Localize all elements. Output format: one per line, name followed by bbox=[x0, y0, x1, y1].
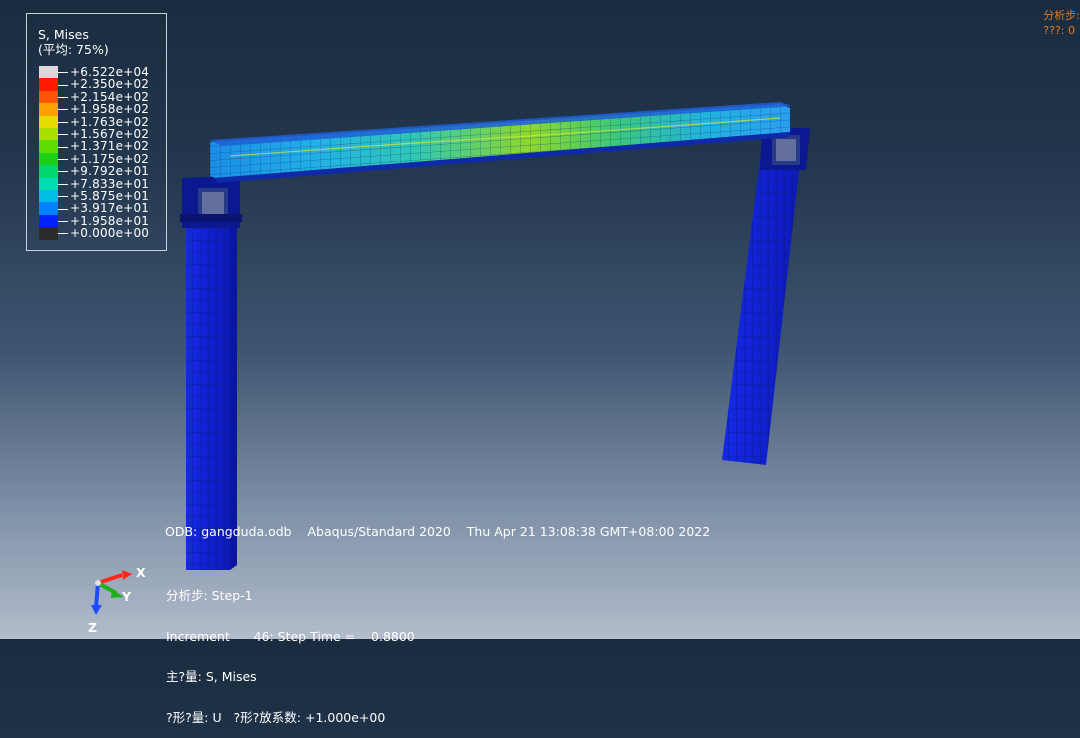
legend-tick bbox=[58, 84, 68, 86]
legend-tick bbox=[58, 233, 68, 235]
step-info-line2: Increment 46: Step Time = 0.8800 bbox=[166, 628, 415, 644]
legend-tick bbox=[58, 208, 68, 210]
legend-value: +1.958e+01 bbox=[70, 213, 150, 228]
legend-swatch bbox=[39, 90, 58, 104]
legend-value: +9.792e+01 bbox=[70, 164, 150, 179]
legend-value: +1.958e+02 bbox=[70, 102, 150, 117]
step-indicator-line1: 分析步: bbox=[1043, 9, 1080, 22]
legend-value: +1.567e+02 bbox=[70, 127, 150, 141]
legend-tick bbox=[58, 121, 68, 123]
legend-swatch bbox=[39, 103, 58, 116]
legend-swatch bbox=[39, 128, 58, 141]
left-column bbox=[186, 218, 237, 570]
step-info: 分析步: Step-1 Increment 46: Step Time = 0.… bbox=[166, 562, 415, 738]
legend-tick bbox=[58, 196, 68, 198]
left-joint bbox=[180, 176, 242, 228]
triad-y-label: Y bbox=[122, 589, 132, 604]
legend-swatch bbox=[39, 78, 58, 91]
step-info-line3: 主?量: S, Mises bbox=[166, 669, 257, 684]
legend-value: +1.763e+02 bbox=[70, 114, 150, 129]
step-info-line4: ?形?量: U ?形?放系数: +1.000e+00 bbox=[166, 709, 386, 725]
legend-value: +1.371e+02 bbox=[70, 139, 150, 154]
odb-info: ODB: gangduda.odb Abaqus/Standard 2020 T… bbox=[165, 524, 711, 539]
legend-tick bbox=[58, 183, 68, 185]
legend-tick bbox=[58, 159, 68, 160]
legend-swatch bbox=[39, 190, 58, 203]
legend-value: +0.000e+00 bbox=[70, 226, 150, 241]
legend-tick bbox=[58, 109, 68, 111]
beam bbox=[210, 102, 792, 183]
legend-tick bbox=[58, 146, 68, 148]
legend-swatch bbox=[39, 152, 58, 166]
legend-value: +3.917e+01 bbox=[70, 201, 150, 216]
legend-value: +5.875e+01 bbox=[70, 189, 150, 203]
legend-value: +2.350e+02 bbox=[70, 77, 150, 92]
right-column bbox=[722, 160, 800, 465]
legend-swatch bbox=[39, 115, 58, 128]
legend-swatch bbox=[39, 202, 58, 215]
triad-x-label: X bbox=[136, 565, 146, 580]
legend-swatch bbox=[39, 66, 58, 79]
legend-swatch bbox=[39, 177, 58, 190]
legend-subtitle: (平均: 75%) bbox=[38, 42, 109, 57]
stress-legend: S, Mises (平均: 75%) +6.522e+04 +2.350e+02 +… bbox=[26, 13, 167, 251]
legend-swatch bbox=[39, 165, 58, 178]
legend-tick bbox=[58, 171, 68, 173]
step-indicator-line2: ???: 0 bbox=[1043, 24, 1075, 37]
legend-swatch bbox=[39, 214, 58, 228]
triad-z-label: Z bbox=[88, 620, 98, 635]
legend-tick bbox=[58, 134, 68, 136]
legend-swatch bbox=[39, 227, 58, 240]
legend-value: +7.833e+01 bbox=[70, 176, 150, 191]
legend-title: S, Mises bbox=[38, 27, 89, 42]
legend-value: +6.522e+04 bbox=[70, 65, 150, 79]
legend-tick bbox=[58, 72, 68, 74]
legend-value: +1.175e+02 bbox=[70, 151, 150, 166]
legend-tick bbox=[58, 97, 68, 98]
legend-value: +2.154e+02 bbox=[70, 89, 150, 104]
step-indicator: 分析步: ???: 0 bbox=[1043, 8, 1080, 38]
legend-tick bbox=[58, 221, 68, 222]
legend-swatch bbox=[39, 140, 58, 153]
step-info-line1: 分析步: Step-1 bbox=[166, 588, 253, 603]
